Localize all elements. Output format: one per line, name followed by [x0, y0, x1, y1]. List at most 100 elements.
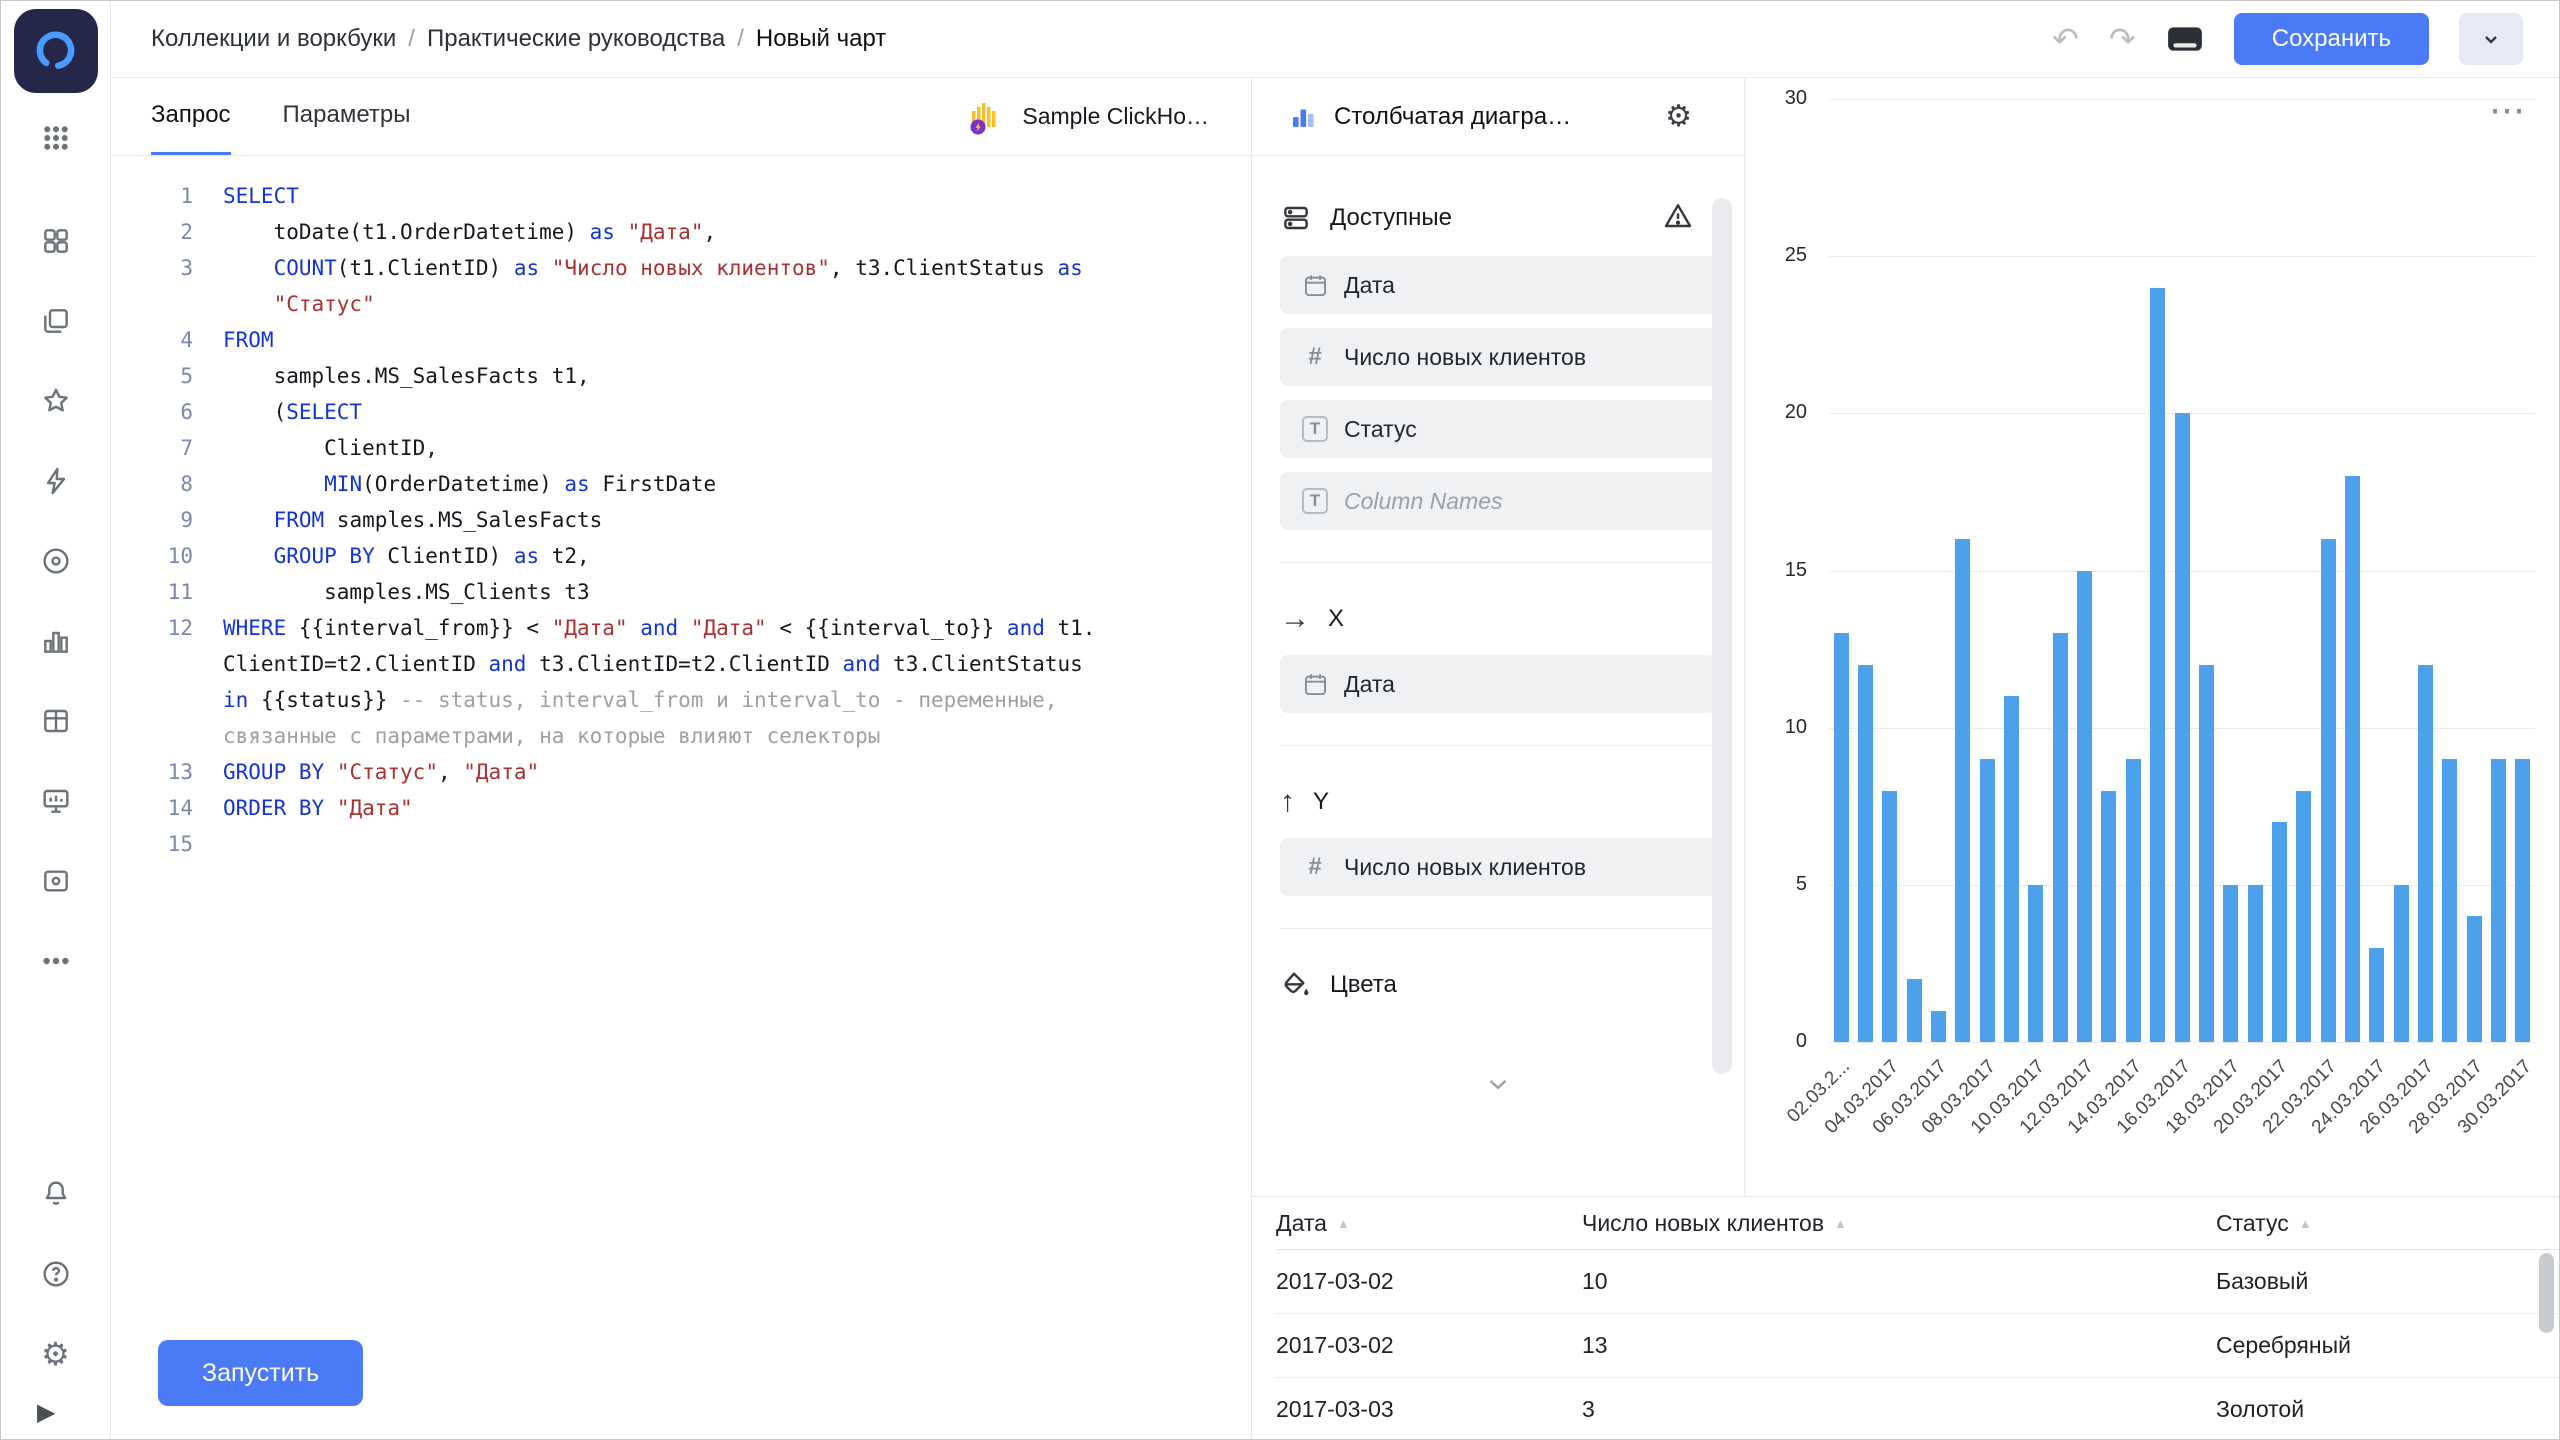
- line-number: 1: [111, 178, 223, 214]
- save-dropdown-button[interactable]: [2459, 13, 2523, 65]
- y-axis-tick: 10: [1751, 716, 1807, 739]
- divider: [1280, 562, 1716, 563]
- line-number: 7: [111, 430, 223, 466]
- bar-chart-type-icon[interactable]: [1288, 102, 1318, 132]
- code-line: 10 GROUP BY ClientID) as t2,: [111, 538, 1231, 574]
- y-axis-tick: 25: [1751, 244, 1807, 267]
- available-fields-label: Доступные: [1330, 204, 1452, 232]
- config-scrollbar[interactable]: [1712, 198, 1732, 1074]
- config-collapse-chevron-icon[interactable]: [1280, 1069, 1716, 1099]
- bar: [1980, 759, 1995, 1042]
- table-row: 2017-03-0210Базовый: [1276, 1250, 2559, 1314]
- warning-icon[interactable]: [1662, 200, 1694, 237]
- available-fields-section: Доступные: [1280, 188, 1716, 248]
- charts-icon[interactable]: [37, 622, 75, 660]
- services-icon[interactable]: [37, 542, 75, 580]
- quick-actions-icon[interactable]: [37, 462, 75, 500]
- line-number: [111, 718, 223, 754]
- line-number: 8: [111, 466, 223, 502]
- bar: [1907, 979, 1922, 1042]
- bar: [2515, 759, 2530, 1042]
- dataset-selector[interactable]: Sample ClickHo…: [966, 78, 1209, 155]
- code-line: in {{status}} -- status, interval_from и…: [111, 682, 1231, 718]
- table-scrollbar[interactable]: [2539, 1253, 2554, 1333]
- sidebar: ⚙ ▶: [1, 1, 111, 1439]
- code-line: 9 FROM samples.MS_SalesFacts: [111, 502, 1231, 538]
- breadcrumb-item[interactable]: Практические руководства: [427, 25, 725, 53]
- field-chip[interactable]: T Column Names: [1280, 472, 1716, 530]
- settings-gear-icon[interactable]: ⚙: [37, 1335, 75, 1373]
- chart-settings-gear-icon[interactable]: ⚙: [1665, 102, 1692, 132]
- bar: [1858, 665, 1873, 1042]
- storage-icon[interactable]: [37, 862, 75, 900]
- layout-toggle-icon[interactable]: [2166, 23, 2204, 55]
- code-line: связанные с параметрами, на которые влия…: [111, 718, 1231, 754]
- table-cell: Серебряный: [2216, 1332, 2559, 1359]
- help-icon[interactable]: [37, 1255, 75, 1293]
- code-line: ClientID=t2.ClientID and t3.ClientID=t2.…: [111, 646, 1231, 682]
- favorites-icon[interactable]: [37, 382, 75, 420]
- field-chip[interactable]: Дата: [1280, 256, 1716, 314]
- gridline: [1829, 99, 2535, 100]
- code-line: 6 (SELECT: [111, 394, 1231, 430]
- available-fields-list: Дата#Число новых клиентовTСтатусTColumn …: [1280, 256, 1716, 530]
- notifications-bell-icon[interactable]: [37, 1175, 75, 1213]
- more-items-icon[interactable]: [37, 942, 75, 980]
- code-line: 14ORDER BY "Дата": [111, 790, 1231, 826]
- field-chip[interactable]: #Число новых клиентов: [1280, 838, 1716, 896]
- undo-icon[interactable]: ↶: [2052, 23, 2079, 55]
- table-column-header[interactable]: Число новых клиентов▲: [1582, 1210, 2216, 1237]
- chart-type-header: Столбчатая диагра… ⚙: [1252, 78, 1744, 156]
- sidebar-expand-icon[interactable]: ▶: [37, 1398, 55, 1427]
- tables-icon[interactable]: [37, 702, 75, 740]
- bar: [2126, 759, 2141, 1042]
- text-field-icon: T: [1298, 488, 1332, 514]
- bar: [2004, 696, 2019, 1042]
- run-button[interactable]: Запустить: [158, 1340, 363, 1406]
- save-button[interactable]: Сохранить: [2234, 13, 2429, 65]
- tab-parameters[interactable]: Параметры: [283, 78, 411, 155]
- line-number: 5: [111, 358, 223, 394]
- chart-preview-panel: ⋯ 05101520253002.03.2...04.03.201706.03.…: [1745, 78, 2559, 1196]
- code-text: WHERE {{interval_from}} < "Дата" and "Да…: [223, 610, 1095, 646]
- y-axis-tick: 30: [1751, 87, 1807, 110]
- field-chip[interactable]: Дата: [1280, 655, 1716, 713]
- code-text: (SELECT: [223, 394, 362, 430]
- dashboards-icon[interactable]: [37, 222, 75, 260]
- bar: [2321, 539, 2336, 1042]
- apps-grid-icon[interactable]: [37, 119, 75, 157]
- field-label: Column Names: [1344, 488, 1503, 515]
- datalens-logo[interactable]: [14, 9, 98, 93]
- right-region: Столбчатая диагра… ⚙ Доступные: [1252, 78, 2559, 1439]
- field-label: Дата: [1344, 671, 1395, 698]
- editor-tabs: Запрос Параметры Sam: [111, 78, 1251, 156]
- field-label: Дата: [1344, 272, 1395, 299]
- breadcrumb: Коллекции и воркбуки / Практические руково…: [151, 25, 886, 53]
- bar: [2175, 413, 2190, 1042]
- workbooks-icon[interactable]: [37, 302, 75, 340]
- breadcrumb-separator: /: [408, 25, 415, 53]
- chart-config-panel: Столбчатая диагра… ⚙ Доступные: [1252, 78, 1745, 1196]
- line-number: [111, 682, 223, 718]
- config-body: Доступные Дата #Число новых клиентов TСтат…: [1252, 188, 1744, 1099]
- table-column-header[interactable]: Статус▲: [2216, 1210, 2559, 1237]
- sql-editor[interactable]: 1SELECT2 toDate(t1.OrderDatetime) as "Да…: [111, 156, 1251, 1439]
- upper-region: Столбчатая диагра… ⚙ Доступные: [1252, 78, 2559, 1196]
- field-chip[interactable]: #Число новых клиентов: [1280, 328, 1716, 386]
- field-chip[interactable]: TСтатус: [1280, 400, 1716, 458]
- y-axis-label: Y: [1313, 788, 1329, 816]
- bar: [2028, 885, 2043, 1042]
- redo-icon[interactable]: ↷: [2109, 23, 2136, 55]
- table-row: 2017-03-0213Серебряный: [1276, 1314, 2559, 1378]
- text-field-icon: T: [1298, 416, 1332, 442]
- code-line: 11 samples.MS_Clients t3: [111, 574, 1231, 610]
- x-axis-icon: →: [1280, 604, 1310, 634]
- table-column-header[interactable]: Дата▲: [1276, 1210, 1582, 1237]
- code-text: in {{status}} -- status, interval_from и…: [223, 682, 1057, 718]
- monitoring-icon[interactable]: [37, 782, 75, 820]
- breadcrumb-item[interactable]: Коллекции и воркбуки: [151, 25, 396, 53]
- sort-caret-icon: ▲: [2299, 1216, 2312, 1231]
- bar: [2467, 916, 2482, 1042]
- code-line: 8 MIN(OrderDatetime) as FirstDate: [111, 466, 1231, 502]
- tab-query[interactable]: Запрос: [151, 78, 231, 155]
